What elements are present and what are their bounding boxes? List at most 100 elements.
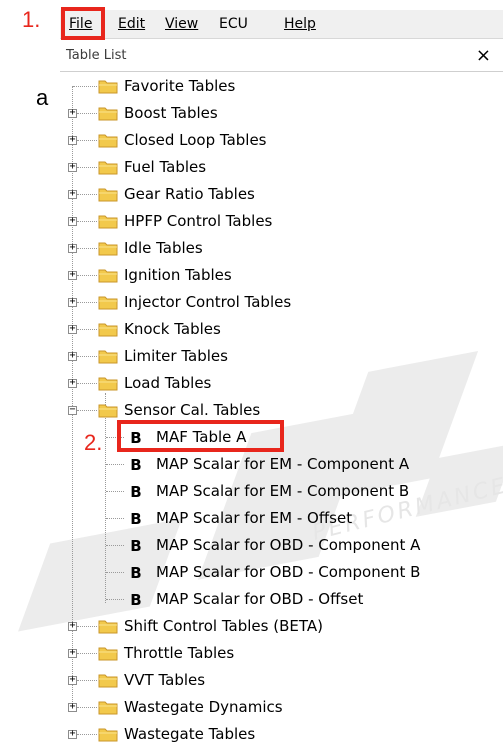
- tree-folder-row[interactable]: + Ignition Tables: [60, 262, 503, 289]
- expand-icon[interactable]: +: [68, 674, 77, 685]
- expand-icon[interactable]: +: [68, 188, 77, 199]
- close-icon[interactable]: ×: [476, 45, 491, 67]
- tree-connector: [106, 518, 124, 519]
- tree-folder-row[interactable]: + Wastegate Dynamics: [60, 694, 503, 721]
- folder-label: Gear Ratio Tables: [124, 185, 255, 203]
- tree-connector: [77, 653, 97, 654]
- tree-connector: [77, 734, 97, 735]
- tree-connector: [77, 275, 97, 276]
- tree-folder-row[interactable]: + Fuel Tables: [60, 154, 503, 181]
- collapse-icon[interactable]: −: [68, 404, 77, 415]
- folder-icon: [98, 674, 118, 688]
- folder-icon: [98, 728, 118, 742]
- folder-label: Boost Tables: [124, 104, 218, 122]
- folder-icon: [98, 377, 118, 391]
- tree-connector: [106, 572, 124, 573]
- tree-folder-row[interactable]: + Limiter Tables: [60, 343, 503, 370]
- folder-icon: [98, 701, 118, 715]
- tree-folder-row[interactable]: + Closed Loop Tables: [60, 127, 503, 154]
- expand-icon[interactable]: +: [68, 350, 77, 361]
- file-highlight-box: [61, 7, 105, 40]
- menu-help[interactable]: Help: [284, 13, 316, 35]
- tree-folder-row[interactable]: + Wastegate Tables: [60, 721, 503, 748]
- tree-table-row[interactable]: B MAP Scalar for OBD - Offset: [60, 586, 503, 613]
- folder-icon: [98, 215, 118, 229]
- tree-folder-row[interactable]: + VVT Tables: [60, 667, 503, 694]
- expand-icon[interactable]: +: [68, 107, 77, 118]
- tree-table-row[interactable]: B MAP Scalar for OBD - Component B: [60, 559, 503, 586]
- folder-label: Sensor Cal. Tables: [124, 401, 261, 419]
- tree-table-row[interactable]: B MAP Scalar for OBD - Component A: [60, 532, 503, 559]
- folder-label: Injector Control Tables: [124, 293, 292, 311]
- tree-folder-row[interactable]: + Throttle Tables: [60, 640, 503, 667]
- tree-connector: [77, 194, 97, 195]
- folder-label: Wastegate Dynamics: [124, 698, 283, 716]
- maf-table-highlight-box: [117, 420, 284, 452]
- tree-connector: [77, 140, 97, 141]
- folder-icon: [98, 296, 118, 310]
- folder-label: VVT Tables: [124, 671, 206, 689]
- folder-label: Favorite Tables: [124, 77, 236, 95]
- folder-icon: [98, 404, 118, 418]
- folder-label: Fuel Tables: [124, 158, 207, 176]
- expand-icon[interactable]: +: [68, 242, 77, 253]
- expand-icon[interactable]: +: [68, 377, 77, 388]
- folder-label: Shift Control Tables (BETA): [124, 617, 323, 635]
- expand-icon[interactable]: +: [68, 647, 77, 658]
- menu-edit[interactable]: Edit: [118, 13, 145, 35]
- expand-icon[interactable]: +: [68, 728, 77, 739]
- table-list-header: Table List ×: [60, 43, 503, 72]
- tree-table-row[interactable]: B MAP Scalar for EM - Offset: [60, 505, 503, 532]
- folder-icon: [98, 80, 118, 94]
- folder-icon: [98, 323, 118, 337]
- tree-folder-row[interactable]: + Knock Tables: [60, 316, 503, 343]
- expand-icon[interactable]: +: [68, 134, 77, 145]
- tree-connector: [106, 599, 124, 600]
- folder-label: HPFP Control Tables: [124, 212, 273, 230]
- cut-off-text: a: [36, 85, 49, 110]
- expand-icon[interactable]: +: [68, 323, 77, 334]
- folder-icon: [98, 134, 118, 148]
- tree-connector: [77, 167, 97, 168]
- tree-connector: [77, 383, 97, 384]
- table-label: MAP Scalar for OBD - Component B: [156, 563, 421, 581]
- tree-table-row[interactable]: B MAP Scalar for EM - Component A: [60, 451, 503, 478]
- expand-icon[interactable]: +: [68, 269, 77, 280]
- folder-label: Load Tables: [124, 374, 212, 392]
- tree-table-row[interactable]: B MAP Scalar for EM - Component B: [60, 478, 503, 505]
- folder-icon: [98, 107, 118, 121]
- tree-connector: [77, 302, 97, 303]
- table-icon: B: [130, 564, 142, 582]
- folder-icon: [98, 242, 118, 256]
- expand-icon[interactable]: +: [68, 296, 77, 307]
- tree-connector: [77, 329, 97, 330]
- folder-label: Wastegate Tables: [124, 725, 256, 743]
- table-label: MAP Scalar for OBD - Component A: [156, 536, 421, 554]
- tree-folder-row[interactable]: Favorite Tables: [60, 73, 503, 100]
- tree-folder-row[interactable]: + Load Tables: [60, 370, 503, 397]
- tree-connector: [106, 491, 124, 492]
- menu-view[interactable]: View: [165, 13, 198, 35]
- folder-icon: [98, 647, 118, 661]
- expand-icon[interactable]: +: [68, 215, 77, 226]
- expand-icon[interactable]: +: [68, 620, 77, 631]
- step-1-label: 1.: [22, 7, 41, 32]
- tree-folder-row[interactable]: + Idle Tables: [60, 235, 503, 262]
- tree-connector: [77, 248, 97, 249]
- tree-folder-row[interactable]: + HPFP Control Tables: [60, 208, 503, 235]
- tree-folder-row[interactable]: + Boost Tables: [60, 100, 503, 127]
- tree-connector: [77, 626, 97, 627]
- table-icon: B: [130, 591, 142, 609]
- table-label: MAP Scalar for OBD - Offset: [156, 590, 364, 608]
- tree-folder-row[interactable]: + Shift Control Tables (BETA): [60, 613, 503, 640]
- folder-label: Closed Loop Tables: [124, 131, 267, 149]
- panel-title: Table List: [66, 48, 127, 63]
- menu-ecu[interactable]: ECU: [219, 13, 248, 35]
- table-icon: B: [130, 456, 142, 474]
- tree-folder-row[interactable]: + Injector Control Tables: [60, 289, 503, 316]
- tree-connector: [77, 113, 97, 114]
- expand-icon[interactable]: +: [68, 161, 77, 172]
- tree-folder-row[interactable]: + Gear Ratio Tables: [60, 181, 503, 208]
- folder-icon: [98, 620, 118, 634]
- expand-icon[interactable]: +: [68, 701, 77, 712]
